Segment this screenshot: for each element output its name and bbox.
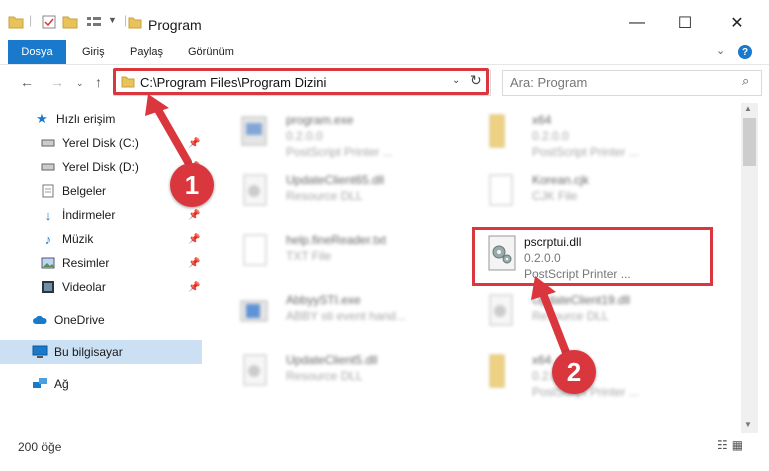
properties-icon[interactable] — [42, 15, 56, 29]
file-item[interactable]: UpdateClient19.dll Resource DLL — [466, 285, 706, 337]
pin-icon[interactable]: 📌 — [188, 210, 200, 221]
divider: | — [29, 13, 33, 27]
pin-icon[interactable]: 📌 — [188, 258, 200, 269]
dll-icon — [243, 354, 267, 386]
step-badge-2: 2 — [552, 350, 596, 394]
folder-icon — [128, 17, 142, 29]
download-icon: ↓ — [44, 207, 52, 223]
computer-icon — [32, 344, 48, 360]
scroll-down-icon[interactable]: ▼ — [744, 420, 752, 429]
help-icon[interactable]: ? — [738, 45, 752, 59]
nav-item-downloads[interactable]: ↓ İndirmeler — [40, 204, 116, 226]
scrollbar-thumb[interactable] — [743, 118, 756, 166]
new-folder-icon[interactable] — [62, 15, 78, 29]
pin-icon[interactable]: 📌 — [188, 234, 200, 245]
scroll-up-icon[interactable]: ▲ — [744, 104, 752, 113]
nav-onedrive[interactable]: OneDrive — [32, 309, 105, 331]
search-icon[interactable]: ⌕ — [742, 73, 749, 89]
cloud-icon — [32, 312, 48, 328]
step-badge-1: 1 — [170, 163, 214, 207]
music-icon: ♪ — [44, 231, 52, 247]
nav-item-drive-c[interactable]: Yerel Disk (C:) — [40, 132, 139, 154]
tab-share[interactable]: Paylaş — [130, 40, 163, 64]
item-count: 200 öğe — [18, 440, 62, 454]
divider: | — [124, 13, 128, 27]
file-highlight-box — [472, 227, 713, 286]
view-toggle-icons[interactable]: ☷▦ — [717, 438, 747, 452]
tab-file[interactable]: Dosya — [8, 40, 66, 64]
file-item[interactable]: Korean.cjk CJK File — [466, 165, 706, 217]
title-bar: | ▼ | Program — ☐ ✕ — [0, 0, 769, 40]
pictures-icon — [40, 255, 56, 271]
nav-label: Hızlı erişim — [56, 112, 116, 126]
nav-label: İndirmeler — [62, 208, 116, 222]
nav-item-music[interactable]: ♪ Müzik — [40, 228, 94, 250]
nav-item-drive-d[interactable]: Yerel Disk (D:) — [40, 156, 139, 178]
file-item[interactable]: UpdateClient5.dll Resource DLL — [220, 345, 460, 397]
nav-item-pictures[interactable]: Resimler — [40, 252, 109, 274]
nav-label: Ağ — [54, 377, 69, 391]
expand-ribbon-icon[interactable]: ⌄ — [716, 44, 725, 57]
drive-icon — [40, 135, 56, 151]
pin-icon[interactable]: 📌 — [188, 138, 200, 149]
documents-icon — [40, 183, 56, 199]
dll-icon — [489, 294, 513, 326]
maximize-button[interactable]: ☐ — [662, 8, 708, 38]
pin-icon[interactable]: 📌 — [188, 282, 200, 293]
nav-label: Videolar — [62, 280, 106, 294]
folder-icon[interactable] — [8, 15, 24, 29]
file-item[interactable]: x64 0.2.0.0 PostScript Printer ... — [466, 105, 706, 159]
nav-quick-access[interactable]: ★ Hızlı erişim — [34, 108, 115, 130]
explorer-window: | ▼ | Program — ☐ ✕ Dosya Giriş Paylaş G… — [0, 0, 769, 471]
address-highlight-box — [113, 68, 489, 95]
drive-icon — [40, 159, 56, 175]
file-item[interactable]: AbbyySTI.exe ABBY sti event hand... — [220, 285, 460, 337]
view-options-icon[interactable] — [86, 15, 104, 29]
nav-label: Bu bilgisayar — [54, 345, 123, 359]
navigation-pane: ★ Hızlı erişim Yerel Disk (C:) 📌 Yerel D… — [0, 103, 205, 433]
tab-home[interactable]: Giriş — [82, 40, 105, 64]
star-icon: ★ — [36, 111, 48, 126]
file-icon — [489, 174, 513, 206]
nav-label: Belgeler — [62, 184, 107, 198]
recent-chevron-icon[interactable]: ⌄ — [76, 78, 84, 89]
nav-this-pc[interactable]: Bu bilgisayar — [32, 341, 123, 363]
exe-icon — [240, 300, 268, 322]
videos-icon — [40, 279, 56, 295]
nav-label: Yerel Disk (C:) — [62, 136, 139, 150]
network-icon — [32, 376, 48, 392]
folder-icon — [489, 354, 505, 388]
chevron-down-icon[interactable]: ▼ — [108, 15, 117, 25]
nav-label: Resimler — [62, 256, 110, 270]
forward-arrow-icon[interactable]: → — [50, 74, 64, 90]
minimize-button[interactable]: — — [614, 8, 660, 38]
nav-label: Yerel Disk (D:) — [62, 160, 139, 174]
file-item[interactable]: help.fineReader.txt TXT File — [220, 225, 460, 277]
nav-label: Müzik — [62, 232, 94, 246]
nav-network[interactable]: Ağ — [32, 373, 69, 395]
up-arrow-icon[interactable]: ↑ — [95, 74, 102, 90]
window-title: Program — [148, 17, 202, 33]
file-item[interactable]: UpdateClient65.dll Resource DLL — [220, 165, 460, 217]
close-button[interactable]: ✕ — [714, 8, 760, 38]
search-placeholder: Ara: Program — [510, 75, 588, 90]
file-item[interactable]: program.exe 0.2.0.0 PostScript Printer .… — [220, 105, 460, 159]
dll-icon — [243, 174, 267, 206]
folder-icon — [489, 114, 505, 148]
status-bar — [0, 434, 769, 471]
nav-label: OneDrive — [54, 313, 105, 327]
file-icon — [243, 234, 267, 266]
tab-view[interactable]: Görünüm — [188, 40, 234, 64]
back-arrow-icon[interactable]: ← — [20, 74, 34, 90]
exe-icon — [241, 116, 267, 146]
ribbon: Dosya Giriş Paylaş Görünüm ⌄ ? — [0, 40, 769, 65]
nav-item-videos[interactable]: Videolar — [40, 276, 106, 298]
nav-item-documents[interactable]: Belgeler — [40, 180, 106, 202]
